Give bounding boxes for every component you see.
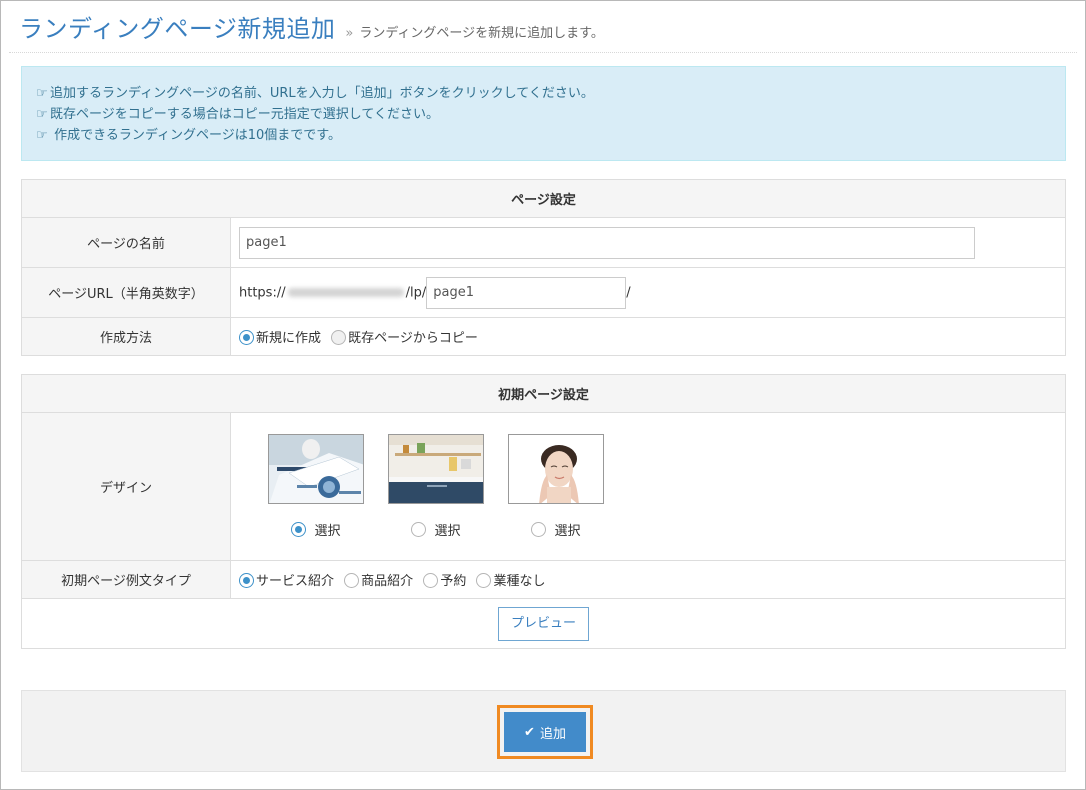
page-frame: ランディングページ新規追加 » ランディングページを新規に追加します。 ☞ 追加する… [0, 0, 1086, 790]
check-icon: ✔ [524, 724, 535, 740]
page-url-input[interactable] [426, 276, 627, 309]
radio-icon[interactable] [423, 573, 439, 588]
page-name-label: ページの名前 [21, 217, 231, 268]
design-option-3[interactable]: 選択 [508, 434, 604, 539]
initial-settings-table: 初期ページ設定 デザイン 選択 選択 選択 初期ページ例文タイプ サービス紹介 … [21, 374, 1066, 649]
url-suffix: / [626, 285, 631, 300]
radio-icon[interactable] [476, 573, 492, 588]
type-option-service[interactable]: サービス紹介 [239, 570, 334, 589]
add-button[interactable]: ✔ 追加 [504, 712, 586, 752]
design-thumbnail-kitchen[interactable] [388, 434, 484, 504]
design-cell: 選択 選択 選択 [230, 412, 1066, 561]
info-line: ☞ 作成できるランディングページは10個までです。 [36, 125, 1051, 146]
method-option-new[interactable]: 新規に作成 [239, 327, 321, 346]
radio-icon[interactable] [344, 573, 360, 588]
page-title: ランディングページ新規追加 [19, 15, 336, 43]
method-cell: 新規に作成 既存ページからコピー [230, 317, 1066, 356]
url-prefix: https:// [239, 285, 286, 300]
page-url-cell: https:// /lp/ / [230, 267, 1066, 318]
footer-bar: ✔ 追加 [21, 690, 1066, 772]
subtitle-text: ランディングページを新規に追加します。 [359, 26, 604, 41]
page-subtitle: » ランディングページを新規に追加します。 [345, 22, 604, 41]
section-title-initial-settings: 初期ページ設定 [21, 374, 1066, 413]
design-select-2[interactable]: 選択 [388, 520, 484, 539]
example-type-label: 初期ページ例文タイプ [21, 560, 231, 599]
type-option-reservation[interactable]: 予約 [423, 570, 466, 589]
info-line: ☞ 追加するランディングページの名前、URLを入力し「追加」ボタンをクリックしてく… [36, 83, 1051, 104]
info-box: ☞ 追加するランディングページの名前、URLを入力し「追加」ボタンをクリックしてく… [21, 66, 1066, 161]
design-thumbnails: 選択 選択 選択 [231, 434, 1065, 539]
info-line: ☞ 既存ページをコピーする場合はコピー元指定で選択してください。 [36, 104, 1051, 125]
design-thumbnail-beauty[interactable] [508, 434, 604, 504]
page-name-cell [230, 217, 1066, 268]
example-type-cell: サービス紹介 商品紹介 予約 業種なし [230, 560, 1066, 599]
page-settings-table: ページ設定 ページの名前 ページURL（半角英数字） https:// /lp/ /… [21, 179, 1066, 356]
radio-icon[interactable] [531, 522, 547, 537]
url-middle: /lp/ [405, 285, 427, 300]
radio-icon[interactable] [411, 522, 427, 537]
design-select-3[interactable]: 選択 [508, 520, 604, 539]
page-header: ランディングページ新規追加 » ランディングページを新規に追加します。 [9, 7, 1077, 53]
raquo-icon: » [345, 26, 354, 41]
hand-pointer-icon: ☞ [36, 86, 48, 101]
radio-icon[interactable] [331, 330, 347, 345]
design-select-1[interactable]: 選択 [268, 520, 364, 539]
design-option-2[interactable]: 選択 [388, 434, 484, 539]
hand-pointer-icon: ☞ [36, 128, 48, 143]
method-label: 作成方法 [21, 317, 231, 356]
page-url-label: ページURL（半角英数字） [21, 267, 231, 318]
section-title-page-settings: ページ設定 [21, 179, 1066, 218]
type-option-product[interactable]: 商品紹介 [344, 570, 413, 589]
design-thumbnail-business[interactable] [268, 434, 364, 504]
page-name-input[interactable] [239, 226, 975, 259]
url-domain-blurred [287, 288, 404, 297]
type-option-none[interactable]: 業種なし [476, 570, 545, 589]
preview-cell: プレビュー [21, 598, 1066, 649]
hand-pointer-icon: ☞ [36, 107, 48, 122]
design-label: デザイン [21, 412, 231, 561]
radio-selected-icon[interactable] [239, 330, 254, 345]
radio-selected-icon[interactable] [239, 573, 254, 588]
radio-selected-icon[interactable] [291, 522, 307, 537]
design-option-1[interactable]: 選択 [268, 434, 364, 539]
method-option-copy[interactable]: 既存ページからコピー [331, 327, 478, 346]
add-button-highlight: ✔ 追加 [497, 705, 593, 759]
preview-button[interactable]: プレビュー [497, 606, 589, 641]
